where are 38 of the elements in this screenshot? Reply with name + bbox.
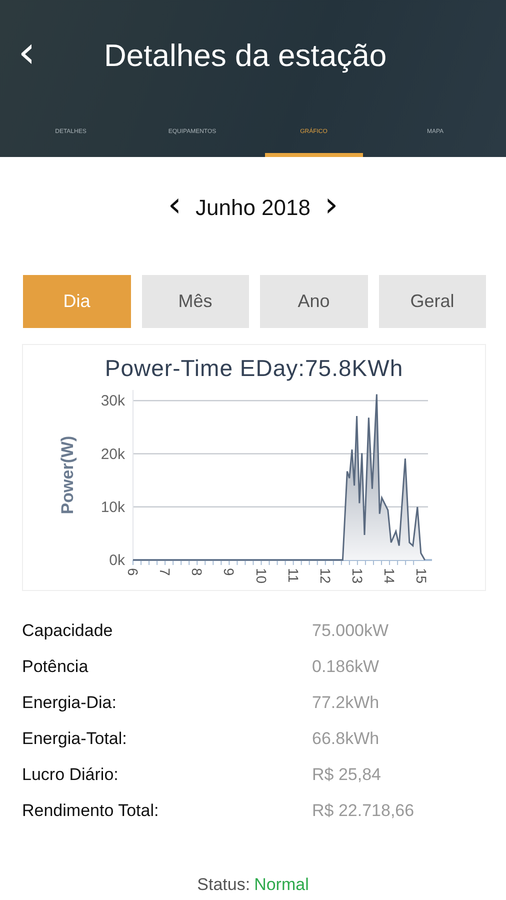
x-tick-label: 12 <box>317 568 334 584</box>
detail-label: Potência <box>22 657 90 677</box>
status-label: Status: <box>197 875 250 894</box>
x-tick-label: 10 <box>253 568 270 584</box>
detail-value: 77.2kWh <box>312 693 380 713</box>
x-tick-label: 8 <box>189 568 206 576</box>
detail-value: 75.000kW <box>312 621 389 641</box>
y-tick-label: 20k <box>100 446 125 463</box>
screen-title: Detalhes da estação <box>104 38 387 74</box>
next-month-button[interactable]: › <box>320 185 342 231</box>
detail-value: 66.8kWh <box>312 729 380 749</box>
back-button[interactable]: ‹ <box>0 26 62 86</box>
x-tick-label: 11 <box>285 568 302 583</box>
detail-label: Energia-Total: <box>22 729 128 749</box>
status-value: Normal <box>254 875 309 894</box>
chart-title: Power-Time EDay:75.8KWh <box>104 355 404 382</box>
detail-label: Capacidade <box>22 621 114 641</box>
detail-value: 0.186kW <box>312 657 380 677</box>
detail-label: Rendimento Total: <box>22 801 160 821</box>
y-tick-label: 30k <box>100 392 125 410</box>
previous-month-button[interactable]: ‹ <box>164 185 186 231</box>
range-tab[interactable]: Ano <box>260 275 368 328</box>
x-tick-label: 6 <box>125 568 141 576</box>
x-tick-label: 13 <box>349 568 366 584</box>
y-tick-label: 0k <box>109 552 125 569</box>
detail-value: R$ 22.718,66 <box>312 801 414 821</box>
y-tick-label: 10k <box>100 498 125 516</box>
range-tab[interactable]: Geral <box>378 275 486 328</box>
x-tick-label: 9 <box>221 568 238 576</box>
detail-label: Energia-Dia: <box>22 693 118 713</box>
range-tab[interactable]: Mês <box>142 275 249 328</box>
x-tick-label: 7 <box>157 568 174 576</box>
month-label: Junho 2018 <box>196 195 310 221</box>
detail-value: R$ 25,84 <box>312 765 381 785</box>
x-tick-label: 14 <box>382 568 398 584</box>
detail-label: Lucro Diário: <box>22 765 120 785</box>
y-axis-title: Power(W) <box>58 436 77 514</box>
x-tick-label: 15 <box>414 568 430 584</box>
